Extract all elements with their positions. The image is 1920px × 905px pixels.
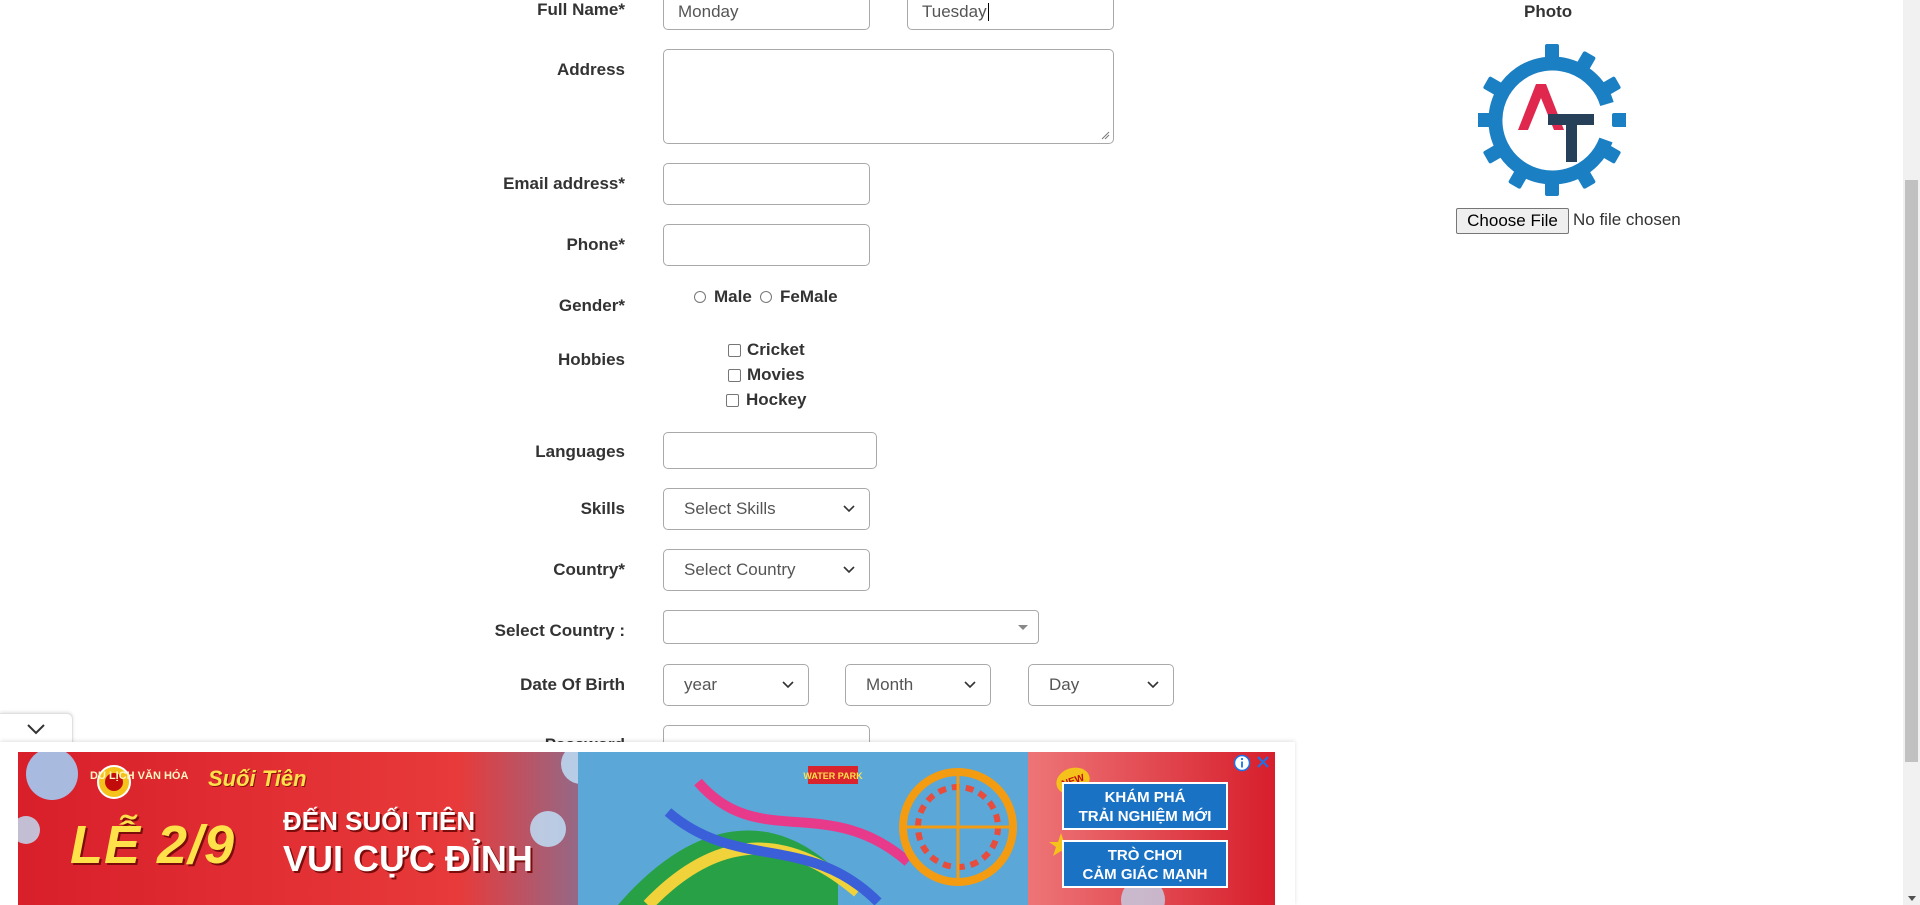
dob-day-select[interactable]: Day: [1028, 664, 1174, 706]
dob-year-select[interactable]: year: [663, 664, 809, 706]
ad-headline: LỄ 2/9: [70, 815, 236, 875]
registration-page: Full Name* Monday Tuesday Address Email …: [0, 0, 1920, 905]
ad-info-icon[interactable]: [1233, 754, 1251, 772]
resize-grip-icon[interactable]: [1100, 130, 1110, 140]
company-logo-icon: [1478, 44, 1626, 196]
phone-input[interactable]: [663, 224, 870, 266]
languages-input[interactable]: [663, 432, 877, 469]
chevron-down-icon: [964, 681, 976, 689]
skills-selected: Select Skills: [684, 499, 776, 518]
first-name-input[interactable]: Monday: [663, 0, 870, 30]
hobby-movies-checkbox[interactable]: [728, 369, 741, 382]
chevron-down-icon: [843, 505, 855, 513]
ad-box-rides-line2: CẢM GIÁC MẠNH: [1082, 866, 1208, 883]
file-status: No file chosen: [1573, 210, 1681, 229]
hobby-cricket-label: Cricket: [747, 340, 805, 359]
ad-box-rides[interactable]: TRÒ CHƠI CẢM GIÁC MẠNH: [1062, 840, 1228, 888]
gender-female-radio[interactable]: [760, 291, 772, 303]
text-cursor: [987, 3, 989, 21]
chevron-down-icon: [782, 681, 794, 689]
ad-box-discover-line2: TRẢI NGHIỆM MỚI: [1078, 808, 1212, 825]
chevron-down-icon: [843, 566, 855, 574]
dob-month-selected: Month: [866, 675, 914, 694]
select-country-combobox[interactable]: [663, 610, 1039, 644]
country-label: Country*: [553, 560, 625, 579]
last-name-input[interactable]: Tuesday: [907, 0, 1114, 30]
hobby-movies-label: Movies: [747, 365, 805, 384]
select-country-label: Select Country :: [494, 621, 625, 640]
hobby-hockey-checkbox[interactable]: [726, 394, 739, 407]
ad-subheadline-1: ĐẾN SUỐI TIÊN: [283, 806, 476, 836]
dob-day-selected: Day: [1049, 675, 1080, 694]
scrollbar-thumb[interactable]: [1905, 180, 1918, 762]
ad-subheadline-2: VUI CỰC ĐỈNH: [283, 838, 533, 879]
ad-banner[interactable]: WATER PARK DU LỊCH VĂN HÓA Suối Tiên LỄ …: [18, 752, 1275, 905]
chevron-down-icon: [1147, 681, 1159, 689]
gender-male-label: Male: [714, 287, 752, 306]
skills-select[interactable]: Select Skills: [663, 488, 870, 530]
email-label: Email address*: [503, 174, 625, 193]
address-label: Address: [556, 60, 625, 79]
caret-down-icon: [1018, 625, 1028, 630]
full-name-label: Full Name*: [537, 0, 625, 19]
dob-year-selected: year: [684, 675, 718, 694]
email-input[interactable]: [663, 163, 870, 205]
gender-female-label: FeMale: [780, 287, 838, 306]
choose-file-button[interactable]: Choose File: [1456, 208, 1569, 234]
country-selected: Select Country: [684, 560, 796, 579]
chevron-down-icon: [27, 724, 45, 735]
ad-box-rides-line1: TRÒ CHƠI: [1107, 847, 1183, 864]
languages-label: Languages: [535, 442, 625, 461]
phone-label: Phone*: [566, 235, 625, 254]
park-sign: WATER PARK: [803, 771, 863, 781]
ad-box-discover[interactable]: KHÁM PHÁ TRẢI NGHIỆM MỚI: [1062, 782, 1228, 830]
hobby-cricket-checkbox[interactable]: [728, 344, 741, 357]
dob-month-select[interactable]: Month: [845, 664, 991, 706]
photo-title: Photo: [1524, 2, 1573, 21]
skills-label: Skills: [580, 499, 625, 518]
gender-label: Gender*: [558, 296, 625, 315]
last-name-value: Tuesday: [922, 2, 987, 21]
ad-close-icon[interactable]: [1254, 753, 1272, 771]
ad-brand: Suối Tiên: [208, 766, 307, 791]
hobby-hockey-label: Hockey: [746, 390, 807, 409]
address-textarea[interactable]: [663, 49, 1114, 144]
scroll-down-arrow-icon[interactable]: [1908, 896, 1916, 901]
vertical-scrollbar[interactable]: [1903, 0, 1920, 905]
hobbies-label: Hobbies: [557, 350, 625, 369]
gender-male-radio[interactable]: [694, 291, 706, 303]
dob-label: Date Of Birth: [520, 675, 625, 694]
water-park-image: WATER PARK: [578, 752, 1028, 905]
ad-collapse-button[interactable]: [0, 713, 73, 744]
ad-logo-text: DU LỊCH VĂN HÓA: [90, 770, 189, 782]
country-select[interactable]: Select Country: [663, 549, 870, 591]
ad-box-discover-line1: KHÁM PHÁ: [1104, 789, 1186, 806]
